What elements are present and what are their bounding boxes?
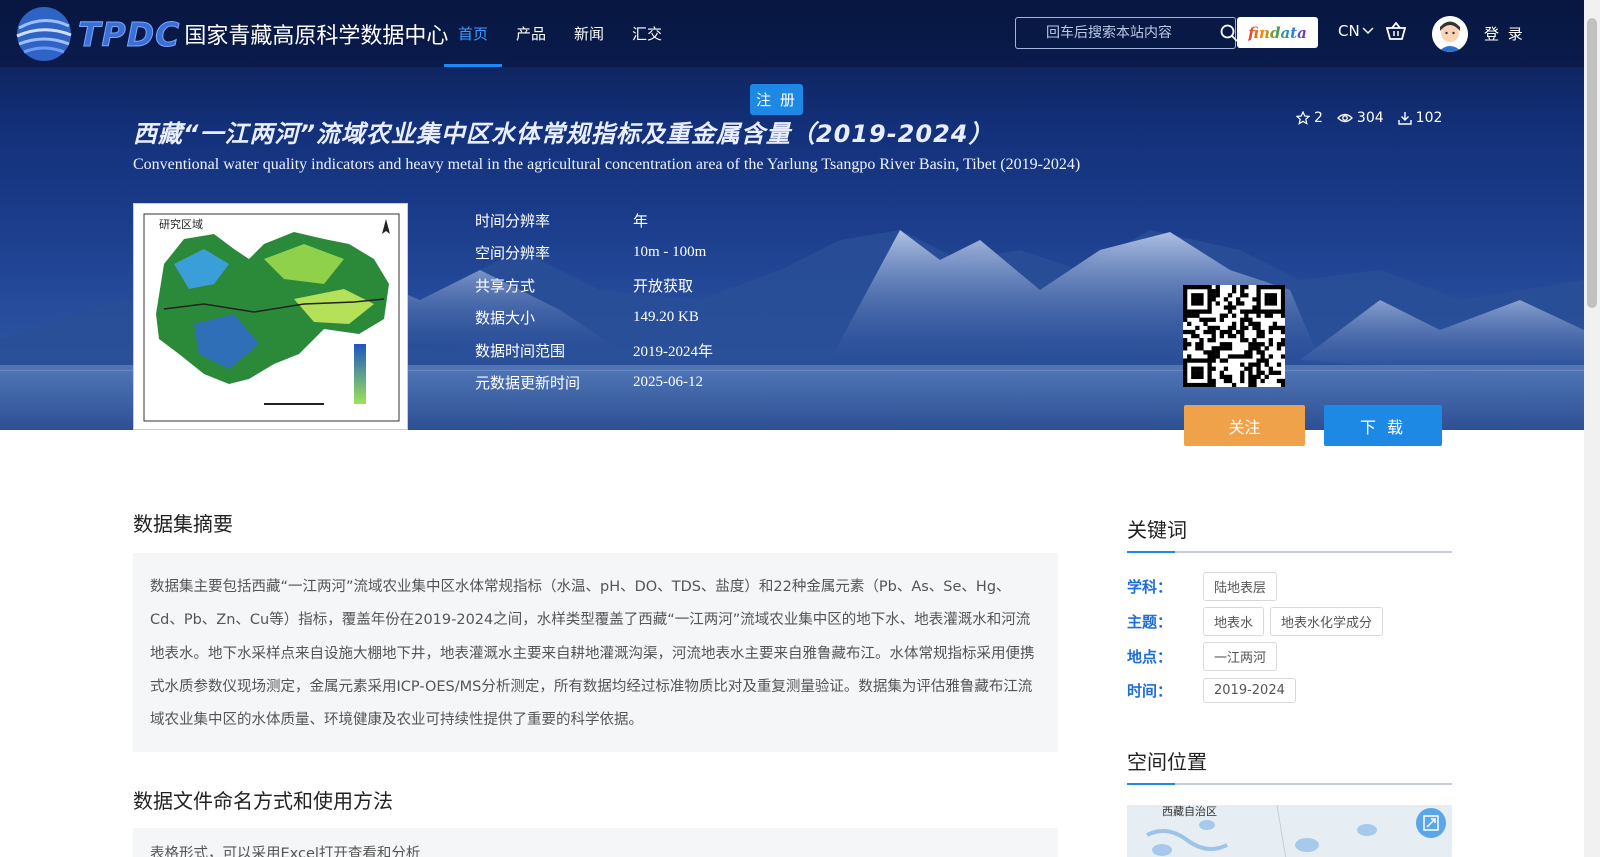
meta-row: 时间分辨率 年 <box>475 204 713 237</box>
download-icon <box>1397 112 1412 125</box>
qr-code-icon <box>1183 285 1286 388</box>
site-name: 国家青藏高原科学数据中心 <box>184 24 449 49</box>
download-button[interactable]: 下 载 <box>1324 405 1442 446</box>
user-avatar[interactable] <box>1432 16 1468 52</box>
keyword-tag[interactable]: 陆地表层 <box>1203 572 1278 601</box>
meta-value: 149.20 KB <box>633 309 699 326</box>
keyword-label: 时间： <box>1127 682 1173 700</box>
keyword-tag[interactable]: 2019-2024 <box>1203 678 1296 703</box>
nav-submit[interactable]: 汇交 <box>618 0 676 67</box>
abstract-text: 数据集主要包括西藏“一江两河”流域农业集中区水体常规指标（水温、pH、DO、TD… <box>133 553 1058 752</box>
login-link[interactable]: 登 录 <box>1484 23 1525 44</box>
meta-key: 空间分辨率 <box>475 244 551 263</box>
nav-news[interactable]: 新闻 <box>560 0 618 67</box>
nav-home[interactable]: 首页 <box>444 0 503 67</box>
fullscreen-icon[interactable] <box>1416 808 1446 838</box>
meta-row: 元数据更新时间 2025-06-12 <box>475 367 713 400</box>
avatar-icon <box>1432 16 1468 52</box>
location-title: 空间位置 <box>1127 746 1452 785</box>
keyword-row-subject: 学科： 陆地表层 <box>1127 572 1283 601</box>
download-count: 102 <box>1397 110 1443 126</box>
meta-value: 2025-06-12 <box>633 374 703 391</box>
meta-key: 时间分辨率 <box>475 211 551 230</box>
search-icon[interactable] <box>1220 18 1238 48</box>
eye-icon <box>1337 113 1353 123</box>
dataset-metadata: 时间分辨率 年 空间分辨率 10m - 100m 共享方式 开放获取 数据大小 149.… <box>475 204 713 399</box>
keyword-row-theme: 主题： 地表水 地表水化学成分 <box>1127 607 1389 636</box>
dataset-stats: 2 304 102 <box>1296 110 1442 126</box>
meta-value: 开放获取 <box>633 278 694 295</box>
meta-value: 年 <box>633 213 649 230</box>
dataset-title-cn: 西藏“一江两河”流域农业集中区水体常规指标及重金属含量（2019-2024） <box>133 120 994 148</box>
abstract-title: 数据集摘要 <box>133 512 233 536</box>
star-value: 2 <box>1314 110 1323 126</box>
search-box <box>1015 17 1238 49</box>
page: TPDC 国家青藏高原科学数据中心 首页 产品 新闻 汇交 findata CN <box>0 0 1600 857</box>
findata-button[interactable]: findata <box>1237 17 1318 48</box>
meta-value: 2019-2024年 <box>633 343 713 360</box>
meta-key: 元数据更新时间 <box>475 374 581 393</box>
dataset-thumbnail[interactable]: 研究区域 <box>133 203 408 430</box>
keyword-label: 地点： <box>1127 648 1173 666</box>
findata-label: findata <box>1248 23 1307 42</box>
hero-banner: TPDC 国家青藏高原科学数据中心 首页 产品 新闻 汇交 findata CN <box>0 0 1584 430</box>
site-logo[interactable]: TPDC 国家青藏高原科学数据中心 <box>14 4 448 64</box>
meta-value: 10m - 100m <box>633 244 707 261</box>
keyword-label: 学科： <box>1127 578 1173 596</box>
scrollbar-thumb[interactable] <box>1587 18 1597 308</box>
register-button[interactable]: 注 册 <box>750 84 803 115</box>
qr-code <box>1183 285 1286 388</box>
cart-icon[interactable] <box>1385 21 1407 44</box>
keywords-title: 关键词 <box>1127 514 1452 553</box>
star-count[interactable]: 2 <box>1296 110 1323 126</box>
meta-key: 数据时间范围 <box>475 341 566 360</box>
meta-row: 数据大小 149.20 KB <box>475 302 713 335</box>
meta-row: 共享方式 开放获取 <box>475 269 713 302</box>
meta-row: 空间分辨率 10m - 100m <box>475 237 713 270</box>
nav-products[interactable]: 产品 <box>502 0 560 67</box>
keyword-label: 主题： <box>1127 613 1173 631</box>
study-area-map-image: 研究区域 <box>143 213 400 422</box>
star-icon <box>1296 111 1310 125</box>
logo-tpdc-text: TPDC <box>77 14 181 54</box>
language-label: CN <box>1338 22 1360 40</box>
meta-key: 数据大小 <box>475 309 536 328</box>
follow-button[interactable]: 关注 <box>1184 405 1305 446</box>
naming-text: 表格形式，可以采用Excel打开查看和分析 <box>133 828 1058 857</box>
map-tiles: 西藏自治区 <box>1127 805 1452 857</box>
keyword-tag[interactable]: 地表水化学成分 <box>1270 607 1384 636</box>
download-value: 102 <box>1415 110 1443 126</box>
keyword-row-time: 时间： 2019-2024 <box>1127 678 1302 703</box>
language-selector[interactable]: CN <box>1338 22 1374 40</box>
map-label: 西藏自治区 <box>1162 805 1217 818</box>
search-input[interactable] <box>1016 25 1220 41</box>
main-nav: 首页 产品 新闻 汇交 <box>444 0 676 67</box>
keyword-tag[interactable]: 地表水 <box>1203 607 1265 636</box>
location-title-text: 空间位置 <box>1127 750 1207 774</box>
keywords-title-text: 关键词 <box>1127 518 1187 542</box>
chevron-down-icon <box>1362 27 1374 35</box>
meta-key: 共享方式 <box>475 276 536 295</box>
keyword-tag[interactable]: 一江两河 <box>1203 642 1278 671</box>
view-value: 304 <box>1356 110 1384 126</box>
dataset-title-en: Conventional water quality indicators an… <box>133 156 1081 173</box>
top-navigation-bar: TPDC 国家青藏高原科学数据中心 首页 产品 新闻 汇交 findata CN <box>0 0 1584 67</box>
location-map[interactable]: 西藏自治区 <box>1127 805 1452 857</box>
keyword-row-place: 地点： 一江两河 <box>1127 642 1283 671</box>
view-count: 304 <box>1337 110 1384 126</box>
meta-row: 数据时间范围 2019-2024年 <box>475 334 713 367</box>
thumbnail-label: 研究区域 <box>159 217 203 231</box>
naming-title: 数据文件命名方式和使用方法 <box>133 789 393 813</box>
globe-logo-icon <box>16 7 72 61</box>
